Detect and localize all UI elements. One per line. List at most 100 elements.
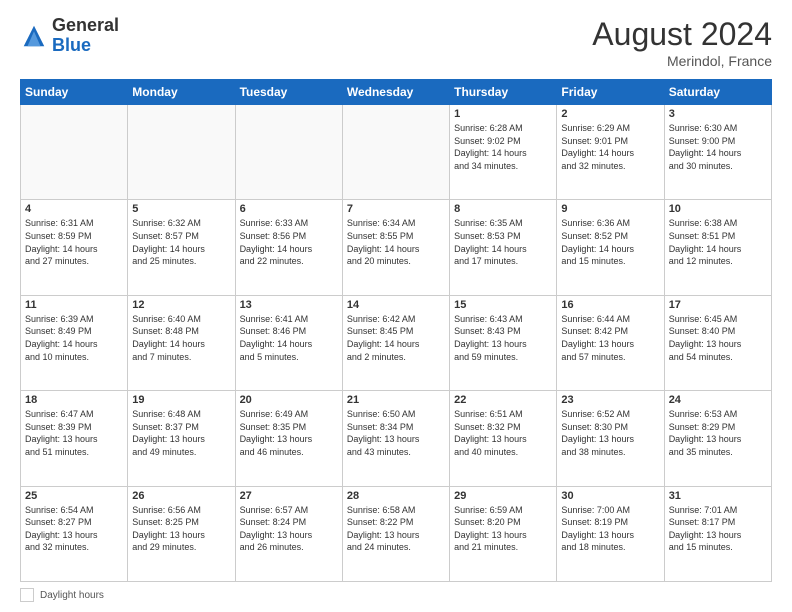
- day-number: 16: [561, 299, 659, 311]
- day-number: 8: [454, 203, 552, 215]
- day-number: 29: [454, 490, 552, 502]
- calendar-cell: 27 Sunrise: 6:57 AM Sunset: 8:24 PM Dayli…: [235, 486, 342, 581]
- calendar-cell: 3 Sunrise: 6:30 AM Sunset: 9:00 PM Daylig…: [664, 105, 771, 200]
- day-number: 1: [454, 108, 552, 120]
- logo-icon: [20, 22, 48, 50]
- calendar-cell: 14 Sunrise: 6:42 AM Sunset: 8:45 PM Dayli…: [342, 295, 449, 390]
- day-info: Sunrise: 7:01 AM Sunset: 8:17 PM Dayligh…: [669, 504, 767, 554]
- day-info: Sunrise: 6:48 AM Sunset: 8:37 PM Dayligh…: [132, 408, 230, 458]
- calendar-header-row: Sunday Monday Tuesday Wednesday Thursday…: [21, 80, 772, 105]
- day-number: 10: [669, 203, 767, 215]
- calendar-week-2: 4Sunrise: 6:31 AM Sunset: 8:59 PM Daylig…: [21, 200, 772, 295]
- calendar-cell: [21, 105, 128, 200]
- day-number: 27: [240, 490, 338, 502]
- daylight-label: Daylight hours: [40, 590, 104, 601]
- day-number: 14: [347, 299, 445, 311]
- calendar-week-4: 18 Sunrise: 6:47 AM Sunset: 8:39 PM Dayli…: [21, 391, 772, 486]
- calendar-cell: 5 Sunrise: 6:32 AM Sunset: 8:57 PM Daylig…: [128, 200, 235, 295]
- calendar-cell: [235, 105, 342, 200]
- day-info: Sunrise: 7:00 AM Sunset: 8:19 PM Dayligh…: [561, 504, 659, 554]
- calendar-cell: 12Sunrise: 6:40 AM Sunset: 8:48 PM Dayli…: [128, 295, 235, 390]
- calendar-cell: 20Sunrise: 6:49 AM Sunset: 8:35 PM Dayli…: [235, 391, 342, 486]
- day-info: Sunrise: 6:44 AM Sunset: 8:42 PM Dayligh…: [561, 313, 659, 363]
- col-tuesday: Tuesday: [235, 80, 342, 105]
- calendar-cell: 21 Sunrise: 6:50 AM Sunset: 8:34 PM Dayli…: [342, 391, 449, 486]
- col-monday: Monday: [128, 80, 235, 105]
- day-number: 24: [669, 394, 767, 406]
- title-block: August 2024 Merindol, France: [592, 16, 772, 69]
- calendar-cell: [128, 105, 235, 200]
- day-info: Sunrise: 6:31 AM Sunset: 8:59 PM Dayligh…: [25, 217, 123, 267]
- daylight-box: [20, 588, 34, 602]
- calendar-week-3: 11Sunrise: 6:39 AM Sunset: 8:49 PM Dayli…: [21, 295, 772, 390]
- calendar-cell: 28Sunrise: 6:58 AM Sunset: 8:22 PM Dayli…: [342, 486, 449, 581]
- day-info: Sunrise: 6:41 AM Sunset: 8:46 PM Dayligh…: [240, 313, 338, 363]
- day-info: Sunrise: 6:53 AM Sunset: 8:29 PM Dayligh…: [669, 408, 767, 458]
- calendar-cell: 25 Sunrise: 6:54 AM Sunset: 8:27 PM Dayli…: [21, 486, 128, 581]
- footer: Daylight hours: [20, 588, 772, 602]
- day-number: 3: [669, 108, 767, 120]
- calendar-cell: 26Sunrise: 6:56 AM Sunset: 8:25 PM Dayli…: [128, 486, 235, 581]
- day-info: Sunrise: 6:34 AM Sunset: 8:55 PM Dayligh…: [347, 217, 445, 267]
- calendar-cell: 18 Sunrise: 6:47 AM Sunset: 8:39 PM Dayli…: [21, 391, 128, 486]
- month-year: August 2024: [592, 16, 772, 53]
- day-number: 22: [454, 394, 552, 406]
- calendar-cell: 17Sunrise: 6:45 AM Sunset: 8:40 PM Dayli…: [664, 295, 771, 390]
- calendar-table: Sunday Monday Tuesday Wednesday Thursday…: [20, 79, 772, 582]
- day-number: 19: [132, 394, 230, 406]
- calendar-cell: 31 Sunrise: 7:01 AM Sunset: 8:17 PM Dayli…: [664, 486, 771, 581]
- day-number: 25: [25, 490, 123, 502]
- calendar-cell: 4Sunrise: 6:31 AM Sunset: 8:59 PM Daylig…: [21, 200, 128, 295]
- calendar-cell: 6 Sunrise: 6:33 AM Sunset: 8:56 PM Daylig…: [235, 200, 342, 295]
- day-info: Sunrise: 6:30 AM Sunset: 9:00 PM Dayligh…: [669, 122, 767, 172]
- day-number: 11: [25, 299, 123, 311]
- day-number: 2: [561, 108, 659, 120]
- day-info: Sunrise: 6:50 AM Sunset: 8:34 PM Dayligh…: [347, 408, 445, 458]
- calendar-cell: 9Sunrise: 6:36 AM Sunset: 8:52 PM Daylig…: [557, 200, 664, 295]
- day-info: Sunrise: 6:57 AM Sunset: 8:24 PM Dayligh…: [240, 504, 338, 554]
- calendar-cell: 22Sunrise: 6:51 AM Sunset: 8:32 PM Dayli…: [450, 391, 557, 486]
- day-info: Sunrise: 6:33 AM Sunset: 8:56 PM Dayligh…: [240, 217, 338, 267]
- calendar-cell: 29 Sunrise: 6:59 AM Sunset: 8:20 PM Dayli…: [450, 486, 557, 581]
- day-info: Sunrise: 6:32 AM Sunset: 8:57 PM Dayligh…: [132, 217, 230, 267]
- calendar-cell: 19 Sunrise: 6:48 AM Sunset: 8:37 PM Dayli…: [128, 391, 235, 486]
- day-info: Sunrise: 6:47 AM Sunset: 8:39 PM Dayligh…: [25, 408, 123, 458]
- calendar-cell: 8Sunrise: 6:35 AM Sunset: 8:53 PM Daylig…: [450, 200, 557, 295]
- col-thursday: Thursday: [450, 80, 557, 105]
- day-number: 6: [240, 203, 338, 215]
- day-number: 5: [132, 203, 230, 215]
- calendar-cell: 30Sunrise: 7:00 AM Sunset: 8:19 PM Dayli…: [557, 486, 664, 581]
- col-wednesday: Wednesday: [342, 80, 449, 105]
- day-number: 18: [25, 394, 123, 406]
- day-info: Sunrise: 6:52 AM Sunset: 8:30 PM Dayligh…: [561, 408, 659, 458]
- day-number: 7: [347, 203, 445, 215]
- day-info: Sunrise: 6:40 AM Sunset: 8:48 PM Dayligh…: [132, 313, 230, 363]
- day-number: 13: [240, 299, 338, 311]
- calendar-cell: 13 Sunrise: 6:41 AM Sunset: 8:46 PM Dayli…: [235, 295, 342, 390]
- location: Merindol, France: [592, 53, 772, 69]
- calendar-week-1: 1Sunrise: 6:28 AM Sunset: 9:02 PM Daylig…: [21, 105, 772, 200]
- day-info: Sunrise: 6:59 AM Sunset: 8:20 PM Dayligh…: [454, 504, 552, 554]
- calendar-cell: 11Sunrise: 6:39 AM Sunset: 8:49 PM Dayli…: [21, 295, 128, 390]
- calendar-cell: 2Sunrise: 6:29 AM Sunset: 9:01 PM Daylig…: [557, 105, 664, 200]
- logo-blue: Blue: [52, 35, 91, 55]
- col-saturday: Saturday: [664, 80, 771, 105]
- day-number: 21: [347, 394, 445, 406]
- day-info: Sunrise: 6:58 AM Sunset: 8:22 PM Dayligh…: [347, 504, 445, 554]
- calendar-week-5: 25 Sunrise: 6:54 AM Sunset: 8:27 PM Dayli…: [21, 486, 772, 581]
- calendar-cell: 15Sunrise: 6:43 AM Sunset: 8:43 PM Dayli…: [450, 295, 557, 390]
- logo-general: General: [52, 15, 119, 35]
- col-sunday: Sunday: [21, 80, 128, 105]
- day-number: 9: [561, 203, 659, 215]
- calendar-cell: 23 Sunrise: 6:52 AM Sunset: 8:30 PM Dayli…: [557, 391, 664, 486]
- calendar-cell: 7 Sunrise: 6:34 AM Sunset: 8:55 PM Daylig…: [342, 200, 449, 295]
- day-number: 23: [561, 394, 659, 406]
- calendar-cell: [342, 105, 449, 200]
- day-number: 31: [669, 490, 767, 502]
- logo-text: General Blue: [52, 16, 119, 56]
- logo: General Blue: [20, 16, 119, 56]
- calendar-cell: 16 Sunrise: 6:44 AM Sunset: 8:42 PM Dayli…: [557, 295, 664, 390]
- day-info: Sunrise: 6:42 AM Sunset: 8:45 PM Dayligh…: [347, 313, 445, 363]
- day-info: Sunrise: 6:54 AM Sunset: 8:27 PM Dayligh…: [25, 504, 123, 554]
- col-friday: Friday: [557, 80, 664, 105]
